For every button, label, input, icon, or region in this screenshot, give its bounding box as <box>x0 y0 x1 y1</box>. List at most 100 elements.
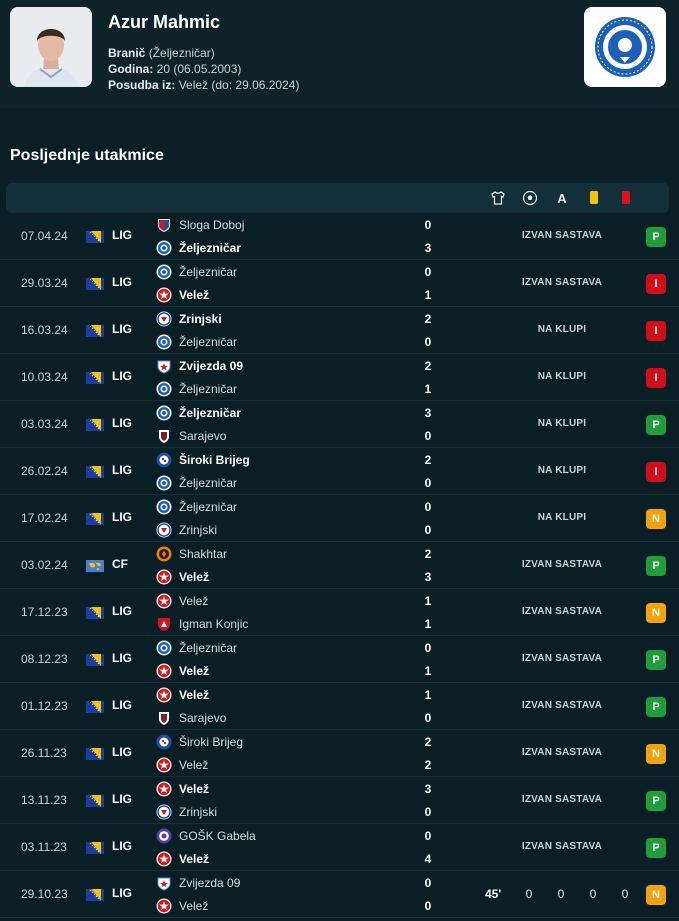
competition-label[interactable]: LIG <box>112 510 132 524</box>
zrinjski-crest-icon <box>156 311 172 327</box>
home-team-name: Široki Brijeg <box>179 453 250 467</box>
player-name: Azur Mahmic <box>108 12 221 32</box>
participation-status: IZVAN SASTAVA <box>521 841 603 852</box>
home-team-name: Zvijezda 09 <box>179 359 244 373</box>
match-row[interactable]: 26.02.24 LIG Široki Brijeg Željezničar 2 0 NA … <box>0 448 679 495</box>
away-score: 1 <box>424 382 432 396</box>
home-team[interactable]: Željezničar <box>156 498 237 516</box>
away-team[interactable]: Sarajevo <box>156 427 226 445</box>
home-team[interactable]: Zrinjski <box>156 310 222 328</box>
match-row[interactable]: 29.03.24 LIG Željezničar Velež 0 1 IZVAN SASTA… <box>0 260 679 307</box>
home-team[interactable]: Sloga Doboj <box>156 216 244 234</box>
competition-label[interactable]: LIG <box>112 369 132 383</box>
zeljeznicar-crest-icon <box>156 381 172 397</box>
away-team[interactable]: Igman Konjic <box>156 615 248 633</box>
home-team-name: Shakhtar <box>179 547 228 561</box>
competition-label[interactable]: LIG <box>112 792 132 806</box>
competition-label[interactable]: LIG <box>112 604 132 618</box>
competition-label[interactable]: LIG <box>112 416 132 430</box>
home-team[interactable]: Željezničar <box>156 263 237 281</box>
red-card-icon <box>618 190 634 206</box>
match-row[interactable]: 13.11.23 LIG Velež Zrinjski 3 0 IZVAN SASTAVA P <box>0 777 679 824</box>
competition-label[interactable]: LIG <box>112 698 132 712</box>
zeljeznicar-crest-icon <box>156 264 172 280</box>
home-team[interactable]: Široki Brijeg <box>156 451 250 469</box>
match-row[interactable]: 07.04.24 LIG Sloga Doboj Željezničar 0 3 IZVAN… <box>0 213 679 260</box>
away-team[interactable]: Velež <box>156 568 209 586</box>
away-score: 3 <box>424 241 432 255</box>
velez-crest-icon <box>156 781 172 797</box>
away-score: 1 <box>424 664 432 678</box>
home-score: 3 <box>424 406 432 420</box>
away-team[interactable]: Velež <box>156 662 209 680</box>
home-team[interactable]: Velež <box>156 686 209 704</box>
result-badge: N <box>646 603 666 623</box>
home-team[interactable]: Željezničar <box>156 404 241 422</box>
home-team[interactable]: GOŠK Gabela <box>156 827 256 845</box>
competition-label[interactable]: LIG <box>112 886 132 900</box>
match-row[interactable]: 26.11.23 LIG Široki Brijeg Velež 2 2 IZVAN SAS… <box>0 730 679 777</box>
zrinjski-crest-icon <box>156 804 172 820</box>
match-row[interactable]: 03.11.23 LIG GOŠK Gabela Velež 0 4 IZVAN SASTA… <box>0 824 679 871</box>
minutes-played: 45' <box>485 887 502 901</box>
participation-status: NA KLUPI <box>537 418 587 429</box>
match-row[interactable]: 10.03.24 LIG Zvijezda 09 Željezničar 2 1 NA KL… <box>0 354 679 401</box>
match-row[interactable]: 03.03.24 LIG Željezničar Sarajevo 3 0 NA KLUPI… <box>0 401 679 448</box>
competition-label[interactable]: LIG <box>112 275 132 289</box>
away-team[interactable]: Velež <box>156 756 208 774</box>
away-team[interactable]: Željezničar <box>156 239 241 257</box>
match-date: 17.02.24 <box>21 511 68 525</box>
home-score: 0 <box>424 218 432 232</box>
participation-status: IZVAN SASTAVA <box>521 747 603 758</box>
away-team[interactable]: Željezničar <box>156 474 237 492</box>
player-age: Godina: 20 (06.05.2003) <box>108 62 241 76</box>
match-row[interactable]: 17.12.23 LIG Velež Igman Konjic 1 1 IZVAN SAST… <box>0 589 679 636</box>
match-row[interactable]: 29.10.23 LIG Zvijezda 09 Velež 0 0 45' 0 0 0 0 N <box>0 871 679 918</box>
zvijezda-09-crest-icon <box>157 877 171 891</box>
home-team[interactable]: Zvijezda 09 <box>156 874 240 892</box>
home-team[interactable]: Zvijezda 09 <box>156 357 243 375</box>
away-team[interactable]: Velež <box>156 897 208 915</box>
result-badge: I <box>646 274 666 294</box>
match-row[interactable]: 16.03.24 LIG Zrinjski Željezničar 2 0 NA KLUPI… <box>0 307 679 354</box>
competition-label[interactable]: LIG <box>112 228 132 242</box>
position-label: Branič <box>108 46 146 60</box>
home-score: 0 <box>424 829 432 843</box>
participation-status: IZVAN SASTAVA <box>521 230 603 241</box>
home-team[interactable]: Željezničar <box>156 639 237 657</box>
match-date: 29.03.24 <box>21 276 68 290</box>
away-score: 0 <box>424 429 432 443</box>
competition-label[interactable]: LIG <box>112 322 132 336</box>
match-date: 26.11.23 <box>21 746 67 760</box>
away-team[interactable]: Zrinjski <box>156 521 217 539</box>
away-team[interactable]: Velež <box>156 850 209 868</box>
club-logo[interactable] <box>584 7 666 87</box>
match-row[interactable]: 03.02.24 CF Shakhtar Velež 2 3 IZVAN SASTAVA P <box>0 542 679 589</box>
home-team[interactable]: Velež <box>156 780 209 798</box>
match-row[interactable]: 08.12.23 LIG Željezničar Velež 0 1 IZVAN SASTA… <box>0 636 679 683</box>
away-team[interactable]: Željezničar <box>156 333 237 351</box>
competition-label[interactable]: LIG <box>112 745 132 759</box>
bih-flag-icon <box>86 419 104 431</box>
match-row[interactable]: 17.02.24 LIG Željezničar Zrinjski 0 0 NA KLUPI… <box>0 495 679 542</box>
section-title: Posljednje utakmice <box>10 147 164 164</box>
home-team-name: GOŠK Gabela <box>179 829 256 843</box>
home-team[interactable]: Shakhtar <box>156 545 227 563</box>
competition-label[interactable]: LIG <box>112 463 132 477</box>
player-header: Azur Mahmic Branič (Željezničar) Godina:… <box>0 0 679 108</box>
result-badge: N <box>646 509 666 529</box>
result-badge: N <box>646 744 666 764</box>
competition-label[interactable]: LIG <box>112 651 132 665</box>
home-team-name: Željezničar <box>179 641 238 655</box>
competition-label[interactable]: LIG <box>112 839 132 853</box>
away-team[interactable]: Sarajevo <box>156 709 226 727</box>
home-team[interactable]: Široki Brijeg <box>156 733 243 751</box>
away-team[interactable]: Zrinjski <box>156 803 217 821</box>
competition-label[interactable]: CF <box>112 557 128 571</box>
loan-value: Velež (do: 29.06.2024) <box>178 78 300 92</box>
home-team-name: Željezničar <box>179 406 242 420</box>
away-team[interactable]: Željezničar <box>156 380 237 398</box>
home-team[interactable]: Velež <box>156 592 208 610</box>
match-row[interactable]: 01.12.23 LIG Velež Sarajevo 1 0 IZVAN SASTAVA P <box>0 683 679 730</box>
away-team[interactable]: Velež <box>156 286 209 304</box>
